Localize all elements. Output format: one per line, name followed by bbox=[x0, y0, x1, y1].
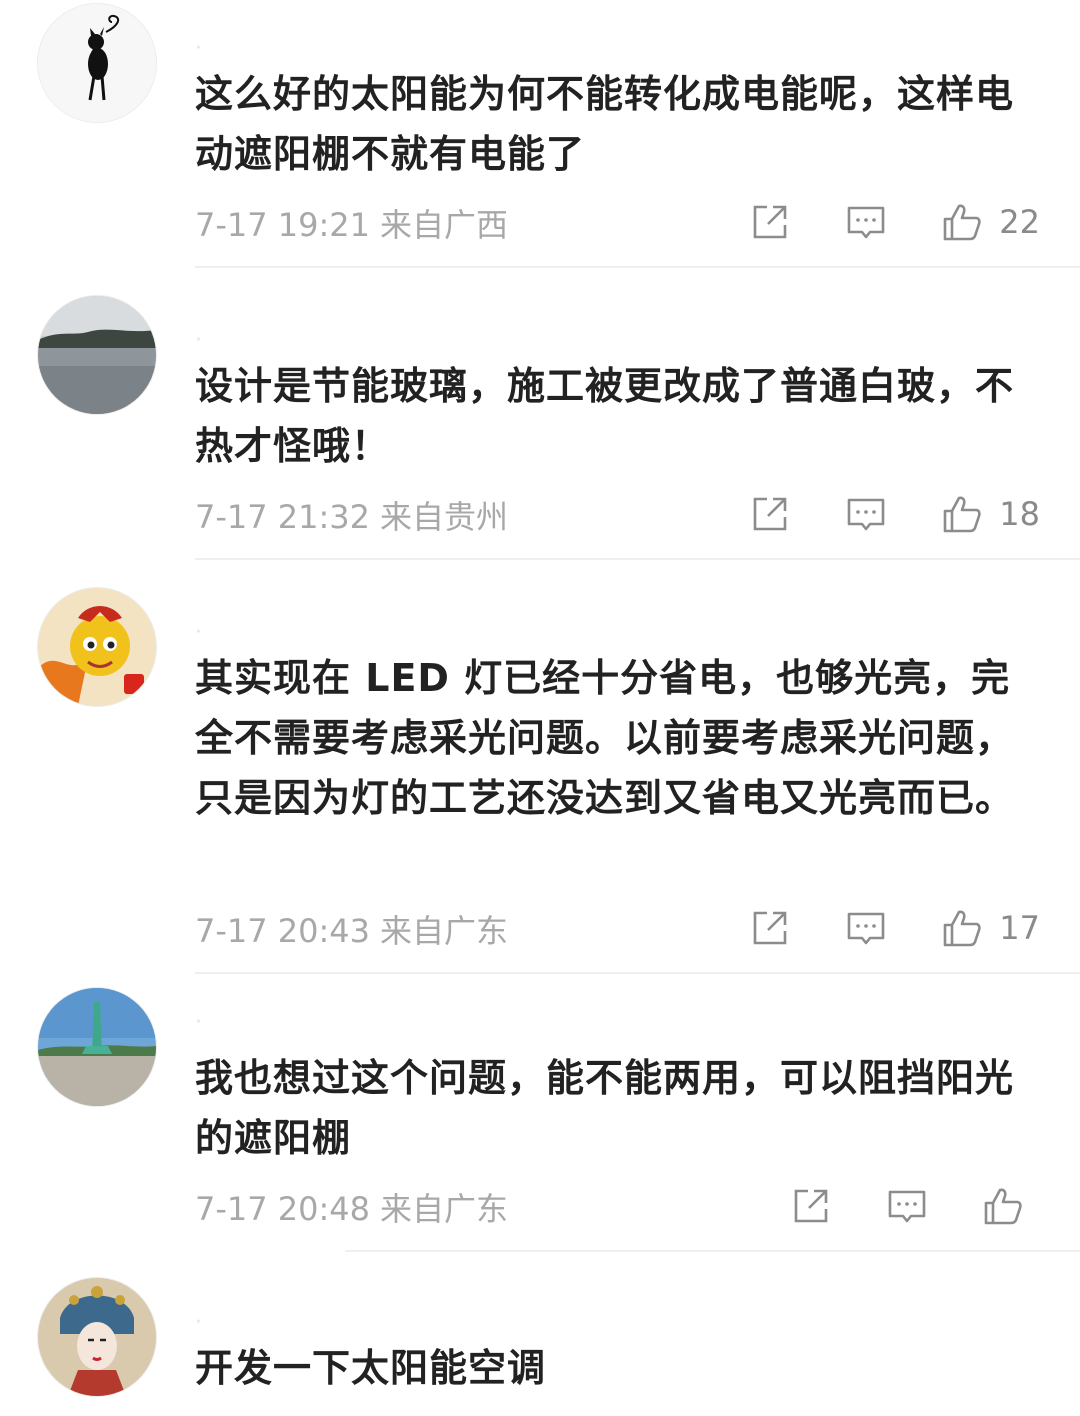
thumbs-up-icon bbox=[943, 496, 981, 533]
share-icon bbox=[753, 497, 787, 531]
share-button[interactable] bbox=[749, 201, 791, 243]
username[interactable]: · bbox=[195, 328, 204, 353]
comment-location: 来自广东 bbox=[380, 912, 509, 950]
comment-text: 其实现在 LED 灯已经十分省电，也够光亮，完全不需要考虑采光问题。以前要考虑采… bbox=[195, 656, 1015, 820]
share-button[interactable] bbox=[749, 907, 791, 949]
comment-actions bbox=[736, 1182, 1040, 1230]
comment-icon bbox=[847, 498, 885, 531]
username[interactable]: · bbox=[195, 1310, 204, 1335]
divider bbox=[195, 266, 1080, 268]
comment-time: 7-17 20:43 bbox=[195, 912, 371, 950]
comment-icon bbox=[847, 206, 885, 239]
share-icon bbox=[753, 911, 787, 945]
reply-button[interactable] bbox=[845, 907, 887, 949]
comment-meta: 7-17 19:21 来自广西 bbox=[195, 200, 508, 246]
divider bbox=[195, 558, 1080, 560]
comment-actions: 18 bbox=[695, 490, 1040, 538]
like-button[interactable]: 22 bbox=[941, 201, 1040, 243]
like-button[interactable]: 18 bbox=[941, 493, 1040, 535]
cartoon-dragon-icon bbox=[38, 588, 156, 706]
comment-icon bbox=[888, 1190, 926, 1223]
like-button[interactable]: 17 bbox=[941, 907, 1040, 949]
thumbs-up-icon bbox=[943, 204, 981, 241]
comment-location: 来自贵州 bbox=[380, 498, 509, 536]
comment-text: 这么好的太阳能为何不能转化成电能呢，这样电动遮阳棚不就有电能了 bbox=[195, 72, 1015, 176]
divider bbox=[345, 1250, 1080, 1252]
comment-text: 开发一下太阳能空调 bbox=[195, 1346, 547, 1390]
avatar[interactable] bbox=[38, 588, 156, 706]
comment-meta: 7-17 20:43 来自广东 bbox=[195, 906, 508, 952]
reply-button[interactable] bbox=[845, 493, 887, 535]
share-icon bbox=[794, 1189, 828, 1223]
avatar[interactable] bbox=[38, 1278, 156, 1396]
like-count: 18 bbox=[999, 495, 1040, 533]
share-icon bbox=[753, 205, 787, 239]
username[interactable]: · bbox=[195, 1010, 204, 1035]
like-count: 17 bbox=[999, 909, 1040, 947]
share-button[interactable] bbox=[749, 493, 791, 535]
cat-figure-icon bbox=[38, 4, 156, 122]
monument-plaza-icon bbox=[38, 988, 156, 1106]
like-button[interactable] bbox=[982, 1185, 1040, 1227]
reply-button[interactable] bbox=[886, 1185, 928, 1227]
like-count: 22 bbox=[999, 203, 1040, 241]
comment-time: 7-17 20:48 bbox=[195, 1190, 371, 1228]
comment-location: 来自广西 bbox=[380, 206, 509, 244]
comment-icon bbox=[847, 912, 885, 945]
opera-queen-icon bbox=[38, 1278, 156, 1396]
lake-landscape-icon bbox=[38, 296, 156, 414]
comment-actions: 17 bbox=[695, 904, 1040, 952]
comment-time: 7-17 19:21 bbox=[195, 206, 371, 244]
username[interactable]: · bbox=[195, 620, 204, 645]
avatar[interactable] bbox=[38, 4, 156, 122]
avatar[interactable] bbox=[38, 988, 156, 1106]
comment-meta: 7-17 20:48 来自广东 bbox=[195, 1184, 508, 1230]
reply-button[interactable] bbox=[845, 201, 887, 243]
comment-text: 设计是节能玻璃，施工被更改成了普通白玻，不热才怪哦！ bbox=[195, 364, 1015, 468]
comment-actions: 22 bbox=[695, 198, 1040, 246]
comment-time: 7-17 21:32 bbox=[195, 498, 371, 536]
comment-text: 我也想过这个问题，能不能两用，可以阻挡阳光的遮阳棚 bbox=[195, 1056, 1015, 1160]
username[interactable]: · bbox=[195, 36, 204, 61]
divider bbox=[195, 972, 1080, 974]
thumbs-up-icon bbox=[943, 910, 981, 947]
thumbs-up-icon bbox=[984, 1188, 1022, 1225]
avatar[interactable] bbox=[38, 296, 156, 414]
comment-meta: 7-17 21:32 来自贵州 bbox=[195, 492, 508, 538]
share-button[interactable] bbox=[790, 1185, 832, 1227]
comment-location: 来自广东 bbox=[380, 1190, 509, 1228]
